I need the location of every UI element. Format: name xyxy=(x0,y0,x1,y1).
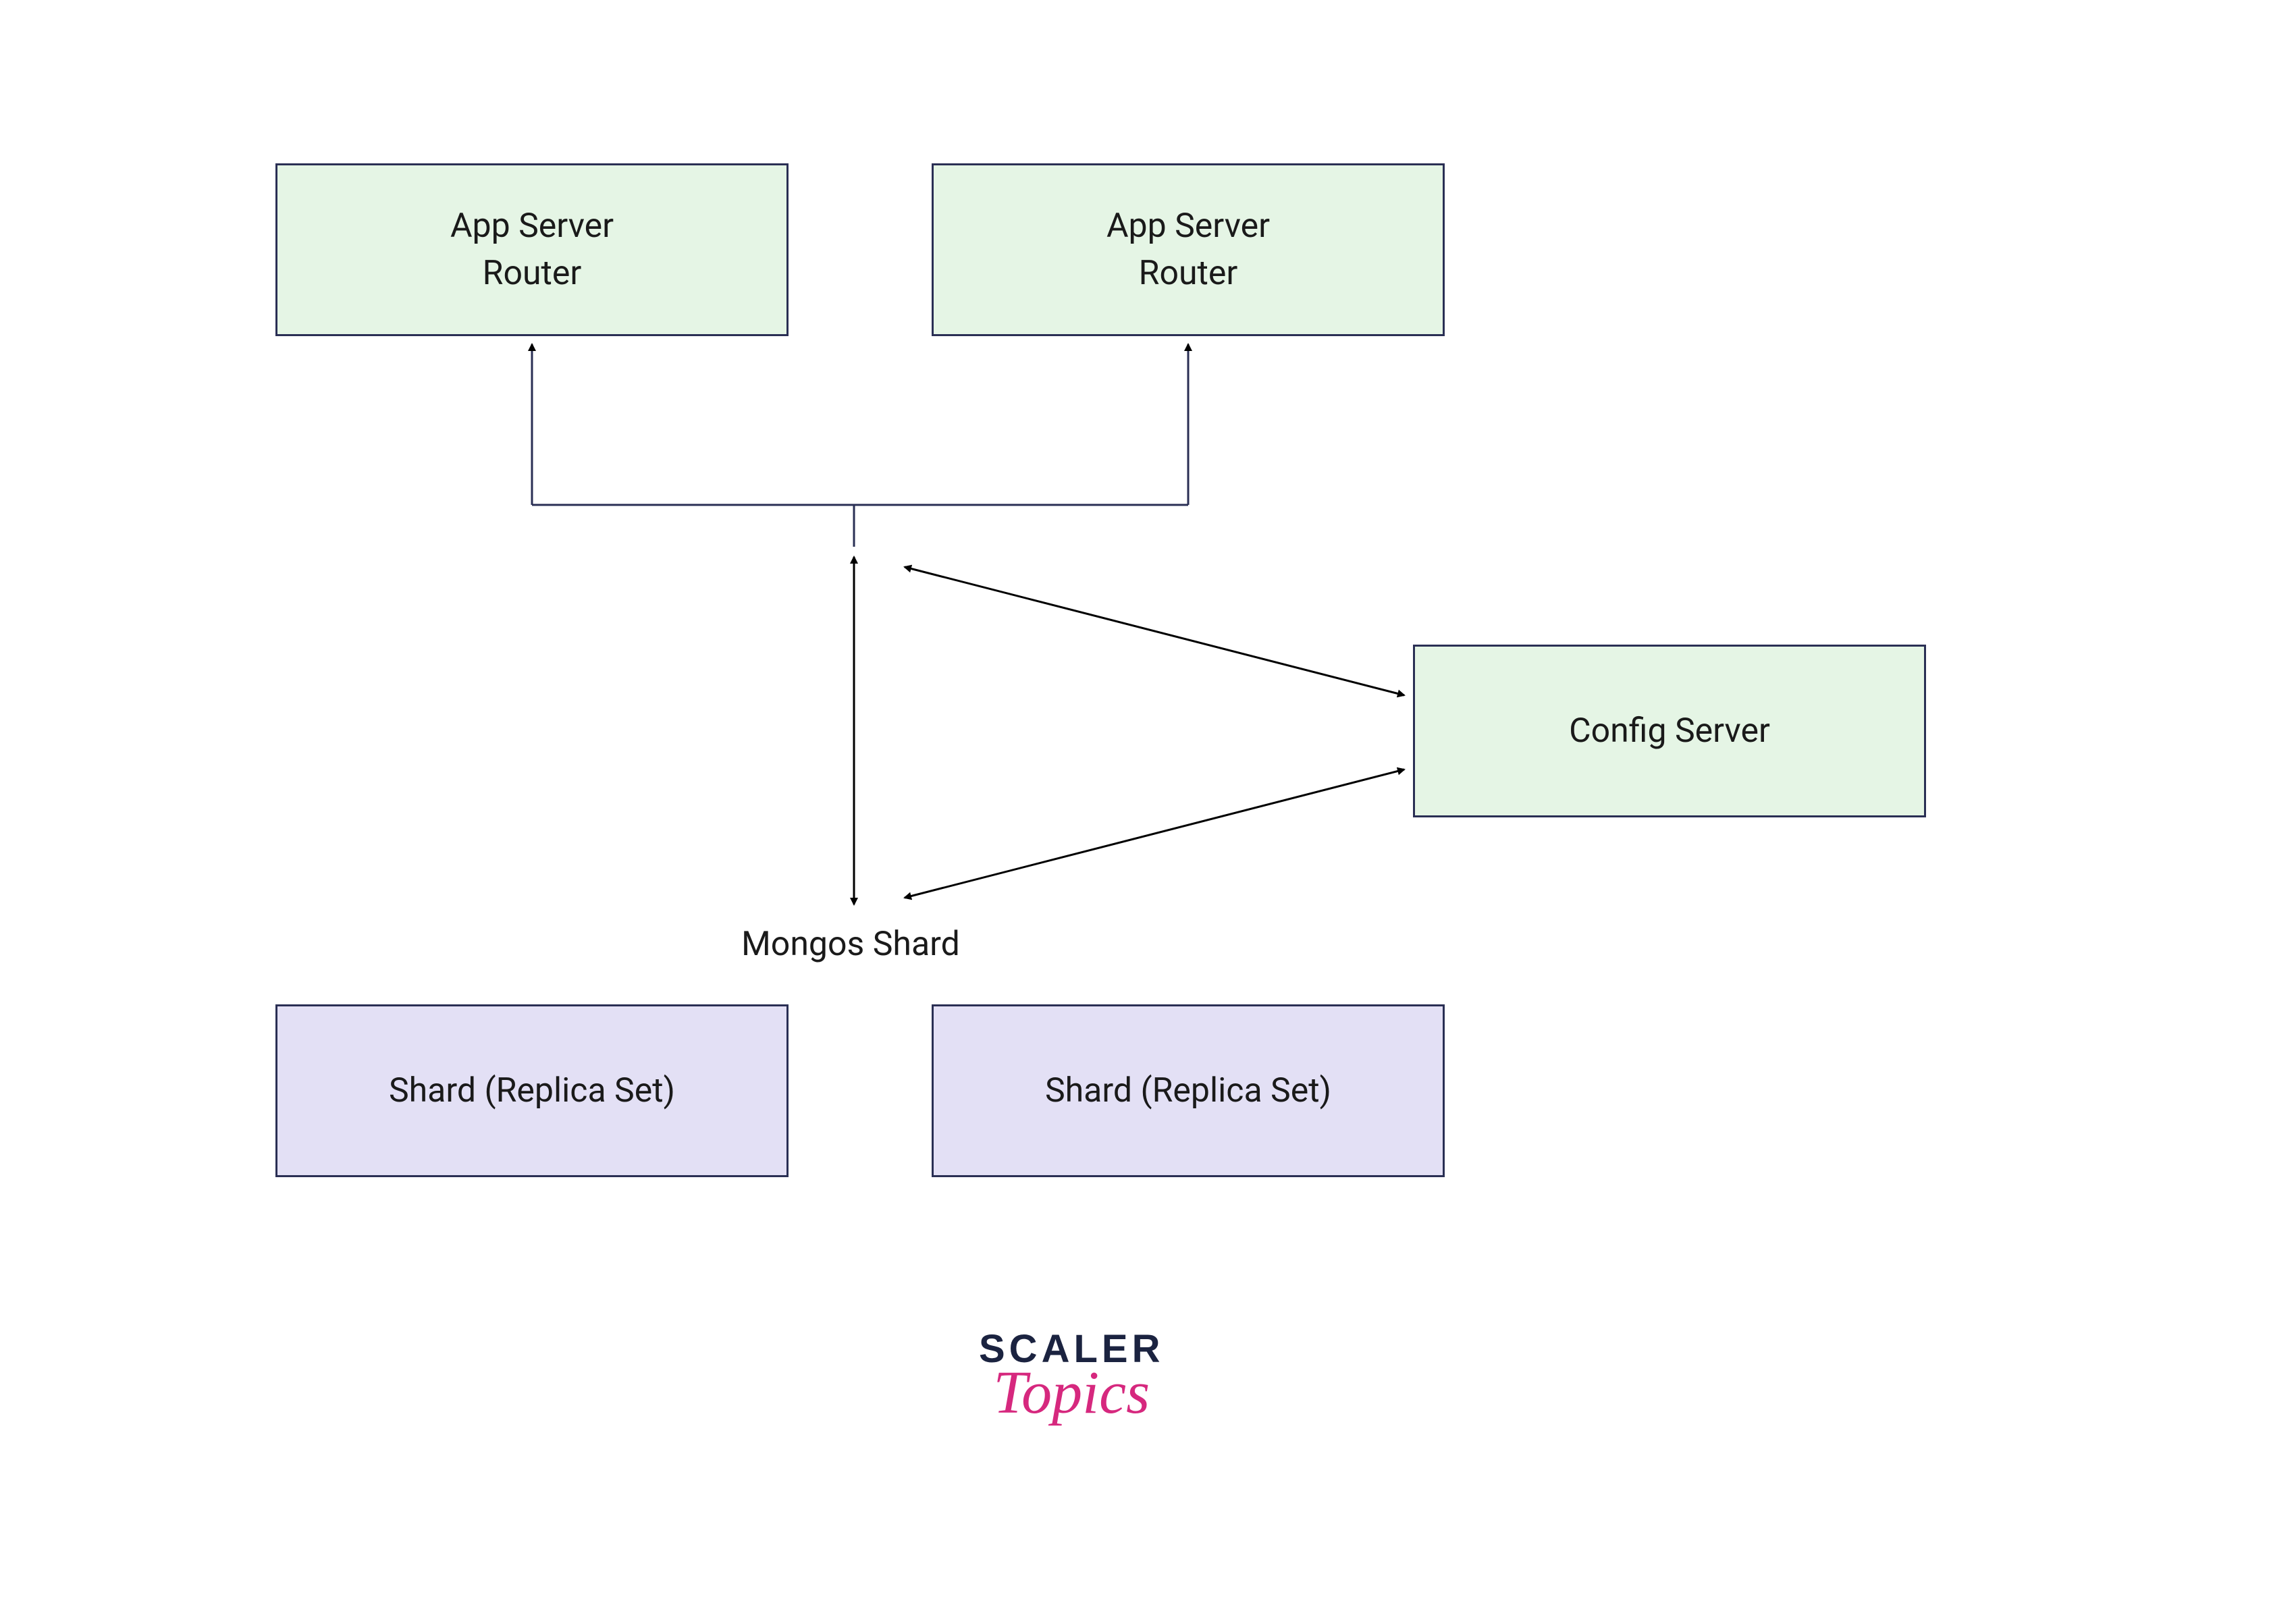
brand-logo: SCALER Topics xyxy=(979,1326,1164,1428)
mongos-shard-label: Mongos Shard xyxy=(732,925,969,964)
shard-2-label: Shard (Replica Set) xyxy=(1045,1067,1331,1114)
shard-1-label: Shard (Replica Set) xyxy=(389,1067,675,1114)
shard-1: Shard (Replica Set) xyxy=(275,1004,789,1177)
arrow-to-config-upper xyxy=(905,567,1404,695)
app-server-1: App Server Router xyxy=(275,163,789,336)
arrow-to-config-lower xyxy=(905,769,1404,898)
app-server-1-label-line2: Router xyxy=(483,250,582,297)
diagram-container: App Server Router App Server Router Conf… xyxy=(0,0,2296,1597)
app-server-2-label-line2: Router xyxy=(1139,250,1238,297)
app-server-2: App Server Router xyxy=(932,163,1445,336)
brand-logo-topics: Topics xyxy=(979,1358,1164,1428)
config-server-label: Config Server xyxy=(1569,707,1770,755)
shard-2: Shard (Replica Set) xyxy=(932,1004,1445,1177)
app-server-2-label-line1: App Server xyxy=(1106,202,1270,250)
app-server-1-label-line1: App Server xyxy=(450,202,614,250)
config-server: Config Server xyxy=(1413,645,1926,817)
